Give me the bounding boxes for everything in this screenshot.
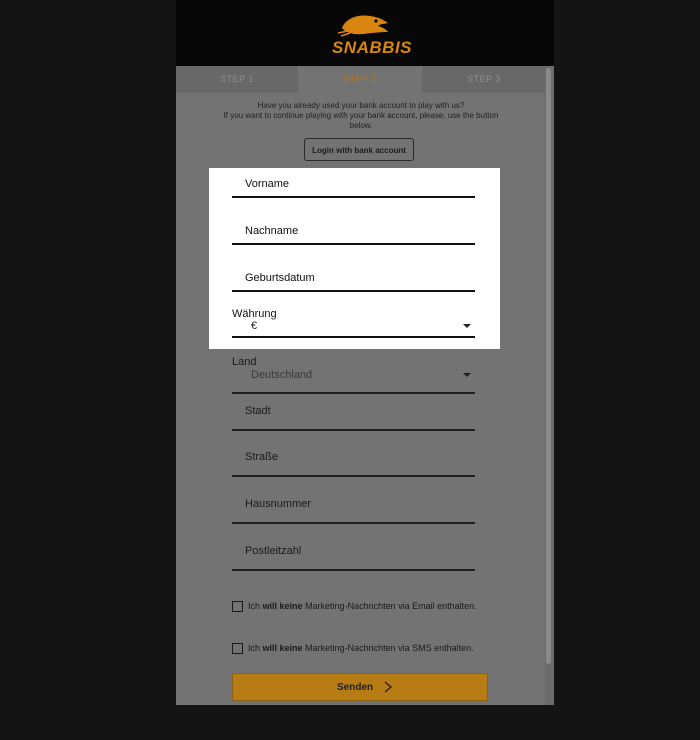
sms-optout-row[interactable]: Ich will keine Marketing-Nachrichten via… (232, 643, 532, 657)
field-underline (232, 569, 475, 571)
postal-code-field[interactable]: Postleitzahl (232, 533, 475, 571)
field-underline (232, 196, 475, 198)
submit-label: Senden (337, 682, 374, 693)
house-number-label: Hausnummer (245, 498, 312, 510)
tab-step-2[interactable]: STEP 2 (298, 66, 422, 93)
field-underline (232, 522, 475, 524)
street-field[interactable]: Straße (232, 439, 475, 477)
bank-account-intro: Have you already used your bank account … (222, 101, 500, 131)
last-name-label: Nachname (245, 225, 299, 237)
country-value: Deutschland (251, 369, 313, 381)
house-number-field[interactable]: Hausnummer (232, 486, 475, 524)
tab-step-1[interactable]: STEP 1 (176, 66, 298, 93)
step-tabs: STEP 1 STEP 2 STEP 3 (176, 66, 546, 93)
birth-date-label: Geburtsdatum (245, 272, 315, 284)
dropdown-caret-icon (463, 373, 471, 377)
chevron-right-icon (384, 681, 393, 693)
last-name-field[interactable]: Nachname (232, 215, 475, 245)
email-optout-checkbox[interactable] (232, 601, 243, 612)
field-underline (232, 429, 475, 431)
tab-step-3[interactable]: STEP 3 (422, 66, 546, 93)
brand-name: SNABBIS (332, 38, 413, 57)
field-underline (232, 475, 475, 477)
highlighted-fields-card: Vorname Nachname Geburtsdatum Währung € (209, 168, 500, 349)
first-name-field[interactable]: Vorname (232, 168, 475, 198)
currency-value: € (251, 320, 258, 332)
street-label: Straße (245, 451, 279, 463)
email-optout-label: Ich will keine Marketing-Nachrichten via… (248, 601, 477, 611)
sms-optout-checkbox[interactable] (232, 643, 243, 654)
intro-line-2: If you want to continue playing with you… (223, 111, 499, 130)
scrollbar-thumb[interactable] (546, 68, 551, 664)
first-name-label: Vorname (245, 178, 290, 190)
postal-code-label: Postleitzahl (245, 545, 302, 557)
city-field[interactable]: Stadt (232, 393, 475, 431)
dropdown-caret-icon (463, 324, 471, 328)
country-label: Land (232, 356, 257, 368)
field-underline (232, 243, 475, 245)
login-with-bank-account-button[interactable]: Login with bank account (304, 138, 414, 161)
city-label: Stadt (245, 405, 271, 417)
bird-icon (337, 15, 388, 37)
field-underline (232, 336, 475, 338)
birth-date-field[interactable]: Geburtsdatum (232, 262, 475, 292)
submit-button[interactable]: Senden (232, 673, 488, 701)
intro-line-1: Have you already used your bank account … (257, 101, 465, 110)
registration-panel: STEP 1 STEP 2 STEP 3 Have you already us… (176, 66, 554, 705)
currency-select[interactable]: Währung € (232, 308, 475, 338)
sms-optout-label: Ich will keine Marketing-Nachrichten via… (248, 643, 474, 653)
currency-label: Währung (232, 308, 277, 320)
brand-logo[interactable]: SNABBIS (332, 10, 413, 60)
scrollbar[interactable] (545, 66, 554, 705)
email-optout-row[interactable]: Ich will keine Marketing-Nachrichten via… (232, 601, 532, 615)
country-select[interactable]: Land Deutschland (232, 356, 475, 394)
field-underline (232, 290, 475, 292)
